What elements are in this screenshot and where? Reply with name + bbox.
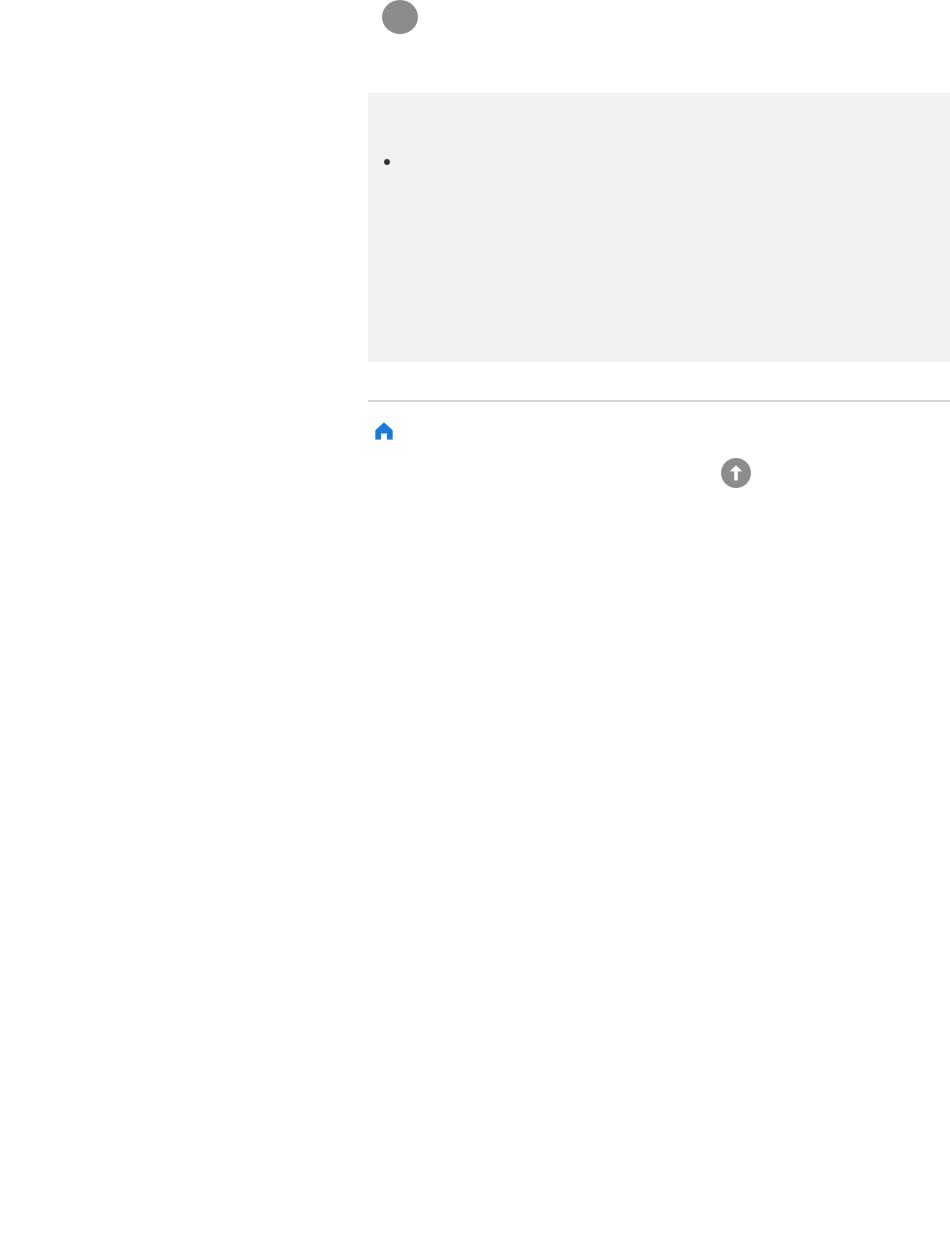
back-to-top-button[interactable] [721, 458, 751, 488]
note-box [368, 93, 950, 362]
note-list-item [384, 159, 924, 177]
home-button[interactable] [371, 418, 397, 444]
help-page [0, 0, 950, 1254]
footer-divider [368, 400, 950, 402]
bullet-icon [384, 159, 390, 165]
step-number-badge [382, 0, 418, 34]
arrow-up-circle-icon [721, 458, 751, 488]
home-icon [375, 422, 393, 440]
